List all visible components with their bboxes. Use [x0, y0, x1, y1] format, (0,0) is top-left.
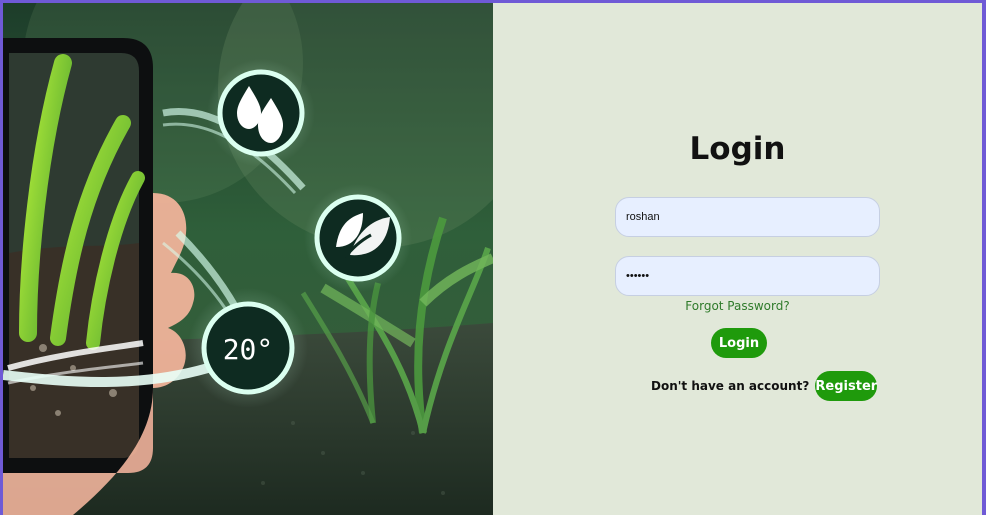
signup-row: Don't have an account? Register: [651, 371, 878, 401]
password-input[interactable]: [615, 256, 880, 296]
forgot-password-link[interactable]: Forgot Password?: [493, 299, 982, 313]
no-account-text: Don't have an account?: [651, 379, 810, 393]
login-panel: Login Forgot Password? Login Don't have …: [493, 3, 982, 515]
hero-image: 20°: [3, 3, 493, 515]
phone: [3, 38, 153, 473]
temperature-sensor-icon: 20°: [188, 288, 308, 408]
smart-agriculture-illustration: 20°: [3, 3, 493, 515]
app-frame: 20° Login Forgot Password? Login Don't h…: [3, 3, 982, 515]
water-drop-icon: [207, 59, 315, 167]
register-button[interactable]: Register: [815, 371, 878, 401]
username-input[interactable]: [615, 197, 880, 237]
login-button[interactable]: Login: [711, 328, 767, 358]
leaf-icon: [304, 184, 412, 292]
page-title: Login: [689, 131, 786, 167]
temperature-value: 20°: [223, 333, 274, 366]
